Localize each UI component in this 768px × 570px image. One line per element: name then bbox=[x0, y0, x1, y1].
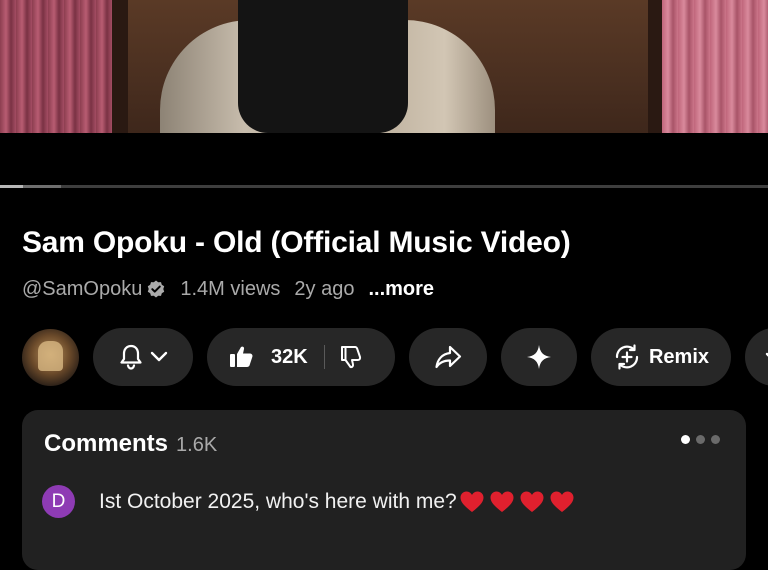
channel-avatar[interactable] bbox=[22, 328, 79, 386]
sparkle-icon bbox=[526, 344, 552, 370]
comments-page-indicator bbox=[681, 435, 720, 444]
comments-header: Comments 1.6K bbox=[44, 430, 217, 458]
more-actions-button[interactable] bbox=[745, 328, 768, 386]
video-frame-window-right bbox=[648, 0, 662, 133]
remix-icon bbox=[613, 343, 641, 371]
subscribe-notifications-button[interactable] bbox=[93, 328, 193, 386]
top-comment[interactable]: D Ist October 2025, who's here with me? bbox=[42, 485, 575, 518]
video-title[interactable]: Sam Opoku - Old (Official Music Video) bbox=[22, 226, 571, 260]
comments-panel[interactable]: Comments 1.6K D Ist October 2025, who's … bbox=[22, 410, 746, 570]
bell-icon bbox=[118, 343, 144, 371]
video-frame-curtain-right bbox=[662, 0, 768, 133]
heart-icon bbox=[549, 490, 575, 514]
comment-hearts bbox=[459, 490, 575, 514]
progress-bar-played[interactable] bbox=[0, 185, 24, 188]
thumbs-down-icon[interactable] bbox=[339, 343, 365, 371]
comment-text: Ist October 2025, who's here with me? bbox=[99, 489, 457, 513]
video-frame-person-hoodie bbox=[238, 0, 408, 133]
channel-avatar-figure bbox=[38, 340, 63, 371]
chevron-down-icon bbox=[150, 351, 168, 363]
like-divider bbox=[323, 345, 325, 369]
remix-button[interactable]: Remix bbox=[591, 328, 731, 386]
share-button[interactable] bbox=[409, 328, 487, 386]
heart-icon bbox=[459, 490, 485, 514]
upload-age: 2y ago bbox=[294, 277, 355, 300]
like-count: 32K bbox=[271, 345, 308, 368]
thumbs-up-icon[interactable] bbox=[227, 343, 255, 371]
video-player[interactable] bbox=[0, 0, 768, 133]
heart-icon bbox=[489, 490, 515, 514]
progress-bar-track[interactable] bbox=[0, 185, 768, 188]
ask-ai-button[interactable] bbox=[501, 328, 577, 386]
comments-title: Comments bbox=[44, 430, 169, 457]
view-count: 1.4M views bbox=[180, 277, 281, 300]
page-dot bbox=[681, 435, 690, 444]
share-icon bbox=[434, 344, 462, 370]
heart-icon bbox=[519, 490, 545, 514]
remix-label: Remix bbox=[648, 345, 710, 368]
like-dislike-button[interactable]: 32K bbox=[207, 328, 395, 386]
video-frame-curtain-left bbox=[0, 0, 112, 133]
commenter-avatar[interactable]: D bbox=[42, 485, 75, 518]
page-dot bbox=[696, 435, 705, 444]
comments-count: 1.6K bbox=[176, 434, 218, 456]
video-meta[interactable]: @SamOpoku 1.4M views 2y ago ...more bbox=[22, 276, 434, 302]
more-link[interactable]: ...more bbox=[368, 278, 434, 301]
channel-handle[interactable]: @SamOpoku bbox=[22, 278, 142, 301]
action-row: 32K Remix bbox=[22, 328, 768, 386]
verified-icon bbox=[146, 279, 166, 299]
video-frame-window-left bbox=[112, 0, 128, 133]
page-dot bbox=[711, 435, 720, 444]
